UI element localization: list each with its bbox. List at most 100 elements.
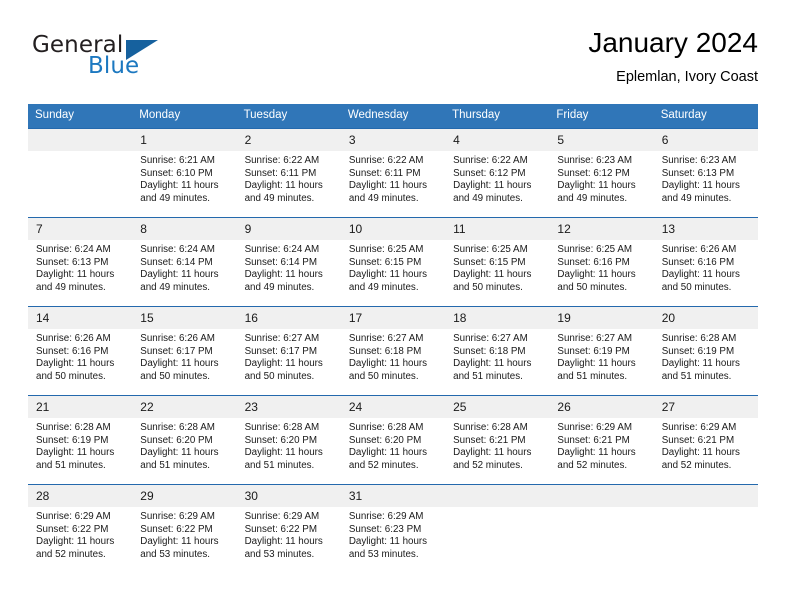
day-number-cell[interactable]: 12 (549, 218, 654, 240)
day-daylight-2-text: and 53 minutes. (140, 548, 210, 560)
day-sunset-text: Sunset: 6:11 PM (244, 167, 317, 179)
day-number-cell[interactable]: 5 (549, 129, 654, 151)
day-daylight-1-text: Daylight: 11 hours (453, 358, 532, 370)
day-detail-cell[interactable]: Sunrise: 6:21 AM Sunset: 6:10 PM Daylight:… (132, 151, 237, 217)
day-detail-cell[interactable]: Sunrise: 6:22 AM Sunset: 6:11 PM Daylight:… (340, 151, 446, 217)
day-number-cell[interactable]: 17 (340, 307, 446, 329)
day-number-cell[interactable]: 20 (653, 307, 758, 329)
day-daylight-1-text: Daylight: 11 hours (140, 269, 219, 281)
day-detail-cell[interactable]: Sunrise: 6:24 AM Sunset: 6:14 PM Daylight:… (132, 240, 237, 306)
day-sunrise-text: Sunrise: 6:27 AM (557, 333, 633, 344)
weekday-header-monday: Monday (132, 104, 237, 128)
day-number-cell[interactable]: 30 (236, 485, 341, 507)
day-detail-cell[interactable]: Sunrise: 6:27 AM Sunset: 6:18 PM Daylight:… (445, 329, 550, 395)
day-detail-cell[interactable]: Sunrise: 6:29 AM Sunset: 6:23 PM Daylight:… (340, 507, 446, 573)
day-daylight-2-text: and 49 minutes. (36, 281, 106, 293)
day-daylight-1-text: Daylight: 11 hours (348, 269, 428, 281)
day-number-cell[interactable]: 18 (445, 307, 550, 329)
day-number-cell[interactable]: 2 (236, 129, 341, 151)
day-number-cell[interactable]: 15 (132, 307, 237, 329)
day-detail-cell[interactable]: Sunrise: 6:23 AM Sunset: 6:13 PM Daylight:… (653, 151, 758, 217)
day-detail-cell[interactable]: Sunrise: 6:28 AM Sunset: 6:20 PM Daylight:… (132, 418, 237, 484)
day-number-cell[interactable]: 23 (236, 396, 341, 418)
day-sunrise-text: Sunrise: 6:23 AM (661, 155, 737, 166)
day-detail-cell[interactable]: Sunrise: 6:26 AM Sunset: 6:17 PM Daylight:… (132, 329, 237, 395)
day-sunrise-text: Sunrise: 6:22 AM (244, 155, 320, 166)
day-sunrise-text: Sunrise: 6:23 AM (557, 155, 633, 166)
day-sunset-text: Sunset: 6:21 PM (453, 434, 526, 446)
day-detail-cell[interactable]: Sunrise: 6:28 AM Sunset: 6:19 PM Daylight:… (653, 329, 758, 395)
day-detail-cell[interactable]: Sunrise: 6:28 AM Sunset: 6:19 PM Daylight:… (28, 418, 133, 484)
day-detail-cell[interactable]: Sunrise: 6:27 AM Sunset: 6:17 PM Daylight:… (236, 329, 341, 395)
day-sunset-text: Sunset: 6:16 PM (557, 256, 630, 268)
day-sunrise-text: Sunrise: 6:29 AM (244, 511, 320, 522)
day-number-cell[interactable]: 28 (28, 485, 133, 507)
day-number-cell[interactable]: 4 (445, 129, 550, 151)
day-detail-cell[interactable]: Sunrise: 6:26 AM Sunset: 6:16 PM Daylight:… (653, 240, 758, 306)
day-detail-cell[interactable]: Sunrise: 6:29 AM Sunset: 6:22 PM Daylight:… (132, 507, 237, 573)
day-sunrise-text: Sunrise: 6:28 AM (140, 422, 215, 433)
day-detail-row: Sunrise: 6:28 AM Sunset: 6:19 PM Daylight:… (28, 418, 758, 484)
day-number-cell[interactable]: 27 (653, 396, 758, 418)
day-detail-cell[interactable]: Sunrise: 6:27 AM Sunset: 6:18 PM Daylight:… (340, 329, 446, 395)
day-detail-cell (653, 507, 758, 573)
day-number-cell[interactable]: 31 (340, 485, 446, 507)
day-number-cell[interactable]: 29 (132, 485, 237, 507)
day-sunset-text: Sunset: 6:18 PM (453, 345, 526, 357)
day-detail-cell[interactable]: Sunrise: 6:27 AM Sunset: 6:19 PM Daylight:… (549, 329, 654, 395)
day-number-cell[interactable]: 22 (132, 396, 237, 418)
day-detail-cell[interactable]: Sunrise: 6:29 AM Sunset: 6:22 PM Daylight:… (28, 507, 133, 573)
day-daylight-2-text: and 49 minutes. (661, 192, 732, 204)
day-number-cell[interactable]: 10 (340, 218, 446, 240)
day-daylight-2-text: and 50 minutes. (348, 370, 419, 382)
day-number-cell[interactable]: 11 (445, 218, 550, 240)
day-detail-cell[interactable]: Sunrise: 6:22 AM Sunset: 6:12 PM Daylight:… (445, 151, 550, 217)
day-detail-cell[interactable]: Sunrise: 6:24 AM Sunset: 6:14 PM Daylight:… (236, 240, 341, 306)
day-number-cell[interactable]: 13 (653, 218, 758, 240)
day-detail-cell[interactable]: Sunrise: 6:25 AM Sunset: 6:15 PM Daylight:… (340, 240, 446, 306)
day-sunrise-text: Sunrise: 6:22 AM (453, 155, 528, 166)
day-sunrise-text: Sunrise: 6:22 AM (348, 155, 424, 166)
day-detail-cell[interactable]: Sunrise: 6:29 AM Sunset: 6:21 PM Daylight:… (549, 418, 654, 484)
day-number-cell[interactable]: 8 (132, 218, 237, 240)
day-detail-cell[interactable]: Sunrise: 6:25 AM Sunset: 6:15 PM Daylight:… (445, 240, 550, 306)
day-daylight-2-text: and 52 minutes. (661, 459, 732, 471)
day-number-cell[interactable]: 6 (653, 129, 758, 151)
day-daylight-2-text: and 49 minutes. (348, 281, 419, 293)
day-detail-cell[interactable]: Sunrise: 6:28 AM Sunset: 6:20 PM Daylight:… (236, 418, 341, 484)
day-number-cell[interactable]: 16 (236, 307, 341, 329)
calendar-body: 1 2 3 4 5 6 Sunrise: 6:21 AM Sunset: 6:10 PM Day… (28, 128, 758, 573)
general-blue-logo: General Blue (28, 32, 208, 90)
day-detail-cell[interactable]: Sunrise: 6:23 AM Sunset: 6:12 PM Daylight:… (549, 151, 654, 217)
logo-text-blue: Blue (88, 53, 140, 79)
day-sunrise-text: Sunrise: 6:25 AM (557, 244, 633, 255)
day-number-cell[interactable]: 14 (28, 307, 133, 329)
day-number-cell[interactable]: 3 (340, 129, 446, 151)
day-sunrise-text: Sunrise: 6:24 AM (140, 244, 215, 255)
day-number-cell[interactable]: 26 (549, 396, 654, 418)
day-sunset-text: Sunset: 6:17 PM (140, 345, 213, 357)
day-number-cell[interactable]: 21 (28, 396, 133, 418)
day-sunrise-text: Sunrise: 6:25 AM (453, 244, 528, 255)
day-number-cell[interactable]: 1 (132, 129, 237, 151)
day-sunset-text: Sunset: 6:15 PM (348, 256, 422, 268)
day-daylight-1-text: Daylight: 11 hours (244, 180, 323, 192)
day-number-cell[interactable]: 24 (340, 396, 446, 418)
day-number-cell[interactable]: 25 (445, 396, 550, 418)
day-sunrise-text: Sunrise: 6:29 AM (348, 511, 424, 522)
day-detail-cell[interactable]: Sunrise: 6:24 AM Sunset: 6:13 PM Daylight:… (28, 240, 133, 306)
day-number-cell[interactable]: 19 (549, 307, 654, 329)
day-detail-cell[interactable]: Sunrise: 6:28 AM Sunset: 6:21 PM Daylight:… (445, 418, 550, 484)
day-number-cell[interactable]: 7 (28, 218, 133, 240)
day-sunset-text: Sunset: 6:21 PM (557, 434, 630, 446)
day-detail-cell[interactable]: Sunrise: 6:22 AM Sunset: 6:11 PM Daylight:… (236, 151, 341, 217)
day-sunset-text: Sunset: 6:11 PM (348, 167, 421, 179)
day-detail-cell[interactable]: Sunrise: 6:25 AM Sunset: 6:16 PM Daylight:… (549, 240, 654, 306)
day-detail-cell[interactable]: Sunrise: 6:28 AM Sunset: 6:20 PM Daylight:… (340, 418, 446, 484)
day-number-cell[interactable]: 9 (236, 218, 341, 240)
day-detail-cell[interactable]: Sunrise: 6:29 AM Sunset: 6:22 PM Daylight:… (236, 507, 341, 573)
day-sunrise-text: Sunrise: 6:29 AM (661, 422, 737, 433)
day-detail-cell[interactable]: Sunrise: 6:26 AM Sunset: 6:16 PM Daylight:… (28, 329, 133, 395)
day-daylight-2-text: and 53 minutes. (348, 548, 419, 560)
day-detail-cell[interactable]: Sunrise: 6:29 AM Sunset: 6:21 PM Daylight:… (653, 418, 758, 484)
